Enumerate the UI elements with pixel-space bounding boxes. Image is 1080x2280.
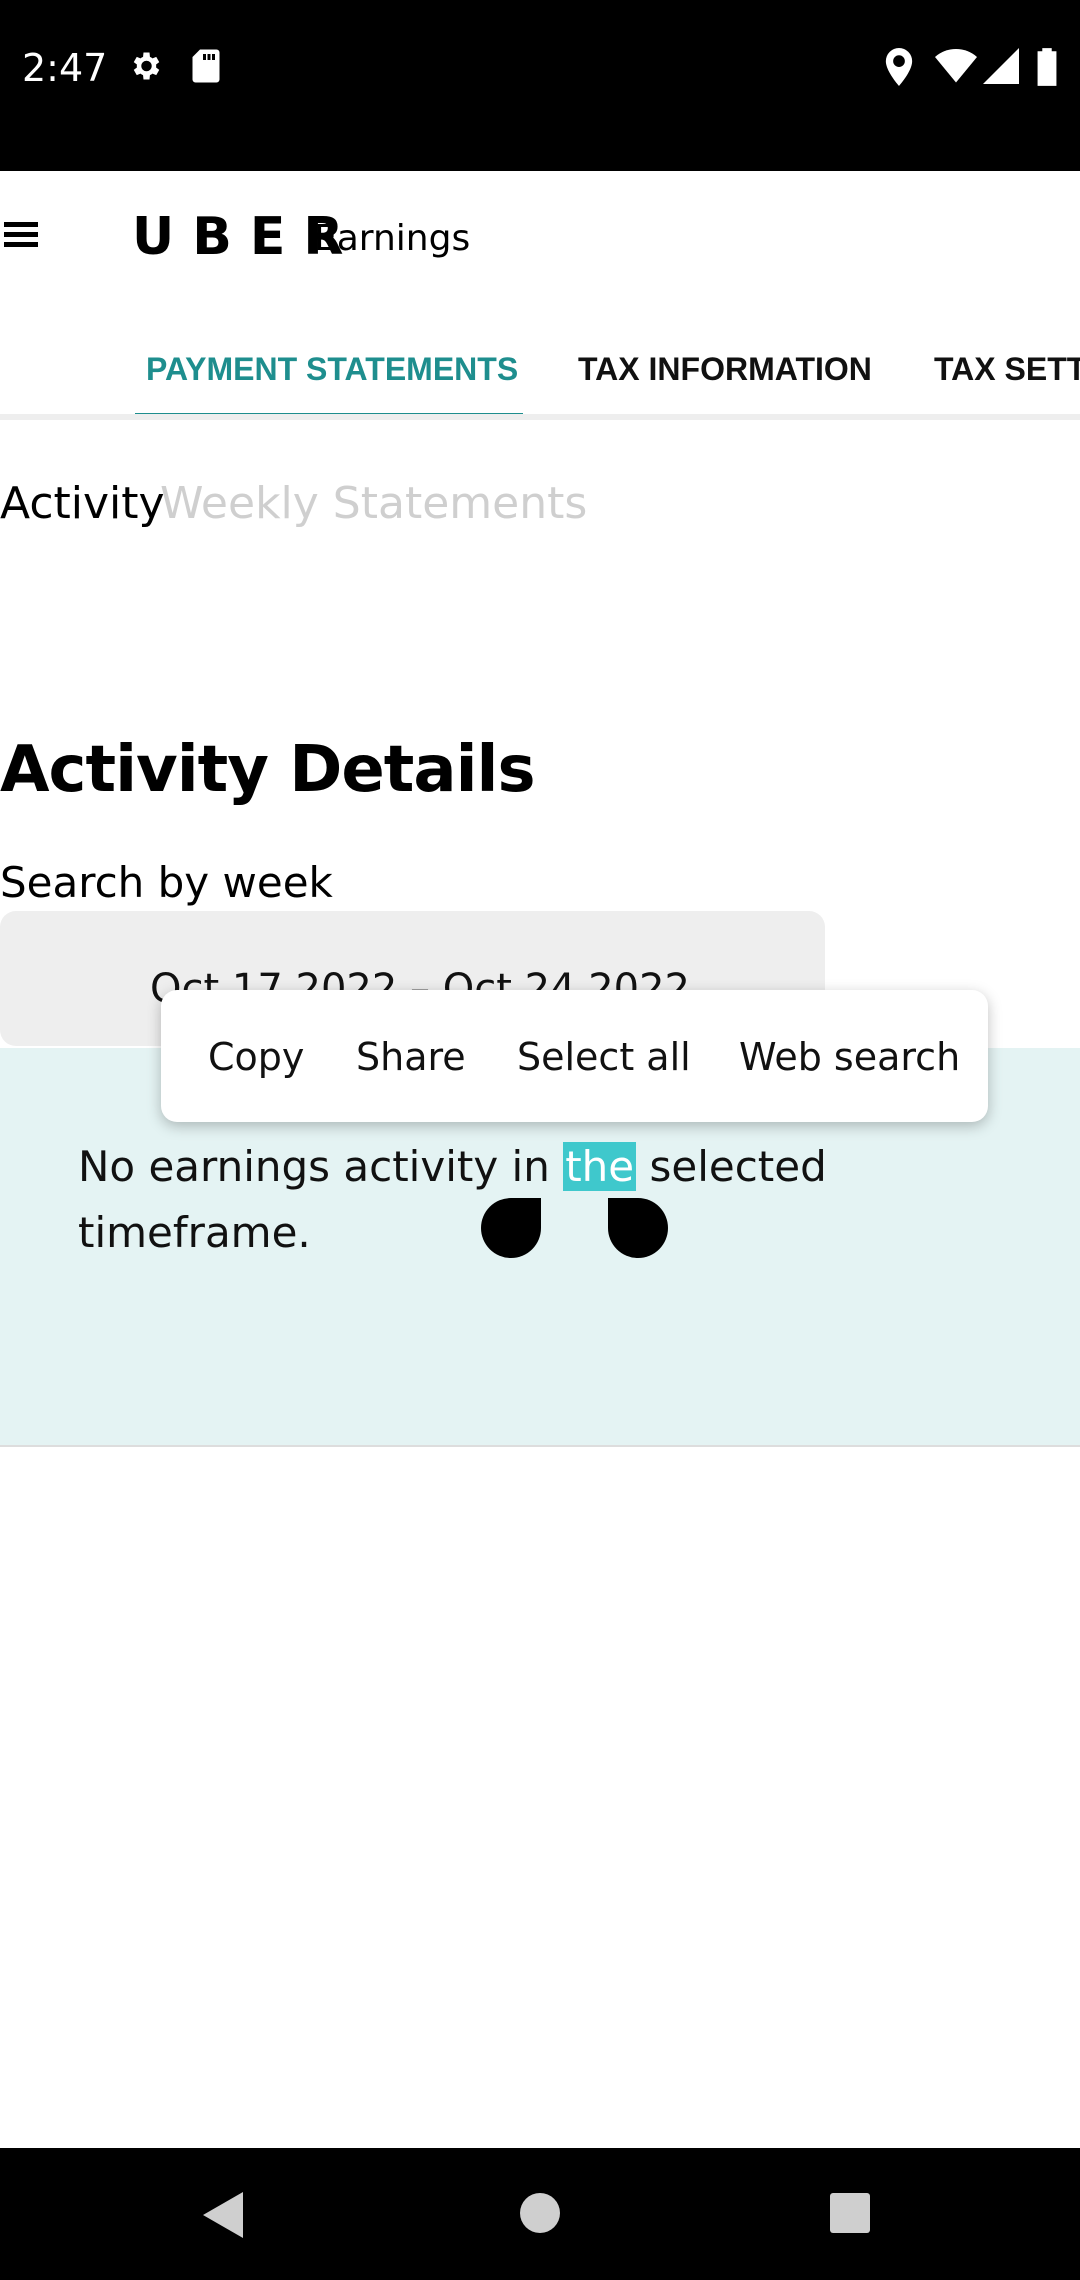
menu-item-share[interactable]: Share (356, 1034, 466, 1080)
main-tabs: PAYMENT STATEMENTS TAX INFORMATION TAX S… (0, 335, 1080, 421)
tabs-divider (0, 414, 1080, 420)
selected-text[interactable]: the (563, 1142, 637, 1191)
battery-icon (1037, 48, 1057, 86)
selection-handle-right[interactable] (608, 1198, 668, 1258)
search-by-week-label: Search by week (0, 858, 333, 907)
subtab-weekly-statements[interactable]: Weekly Statements (160, 476, 587, 532)
tab-tax-information[interactable]: TAX INFORMATION (578, 349, 872, 389)
page-title: Activity Details (0, 733, 536, 807)
tab-payment-statements[interactable]: PAYMENT STATEMENTS (146, 349, 518, 389)
menu-item-web-search[interactable]: Web search (739, 1034, 960, 1080)
location-icon (885, 48, 913, 86)
wifi-icon (935, 48, 977, 83)
status-bar: 2:47 (0, 0, 1080, 171)
home-icon[interactable] (519, 2192, 561, 2234)
signal-icon (983, 48, 1019, 84)
tab-tax-settings[interactable]: TAX SETT (934, 349, 1080, 389)
sd-card-icon (192, 49, 220, 83)
subtab-activity[interactable]: Activity (0, 476, 165, 532)
menu-icon[interactable] (4, 222, 38, 248)
brand-subtitle: Earnings (314, 218, 471, 259)
menu-item-select-all[interactable]: Select all (517, 1034, 691, 1080)
gear-icon (133, 52, 160, 80)
selection-handle-left[interactable] (481, 1198, 541, 1258)
menu-item-copy[interactable]: Copy (208, 1034, 304, 1080)
back-icon[interactable] (203, 2192, 245, 2238)
message-text-before: No earnings activity in (78, 1142, 564, 1191)
text-selection-menu: Copy Share Select all Web search (161, 990, 988, 1122)
recent-apps-icon[interactable] (829, 2192, 871, 2234)
status-time: 2:47 (22, 46, 108, 90)
app-header: UBER Earnings (0, 171, 1080, 301)
system-nav-bar (0, 2148, 1080, 2280)
